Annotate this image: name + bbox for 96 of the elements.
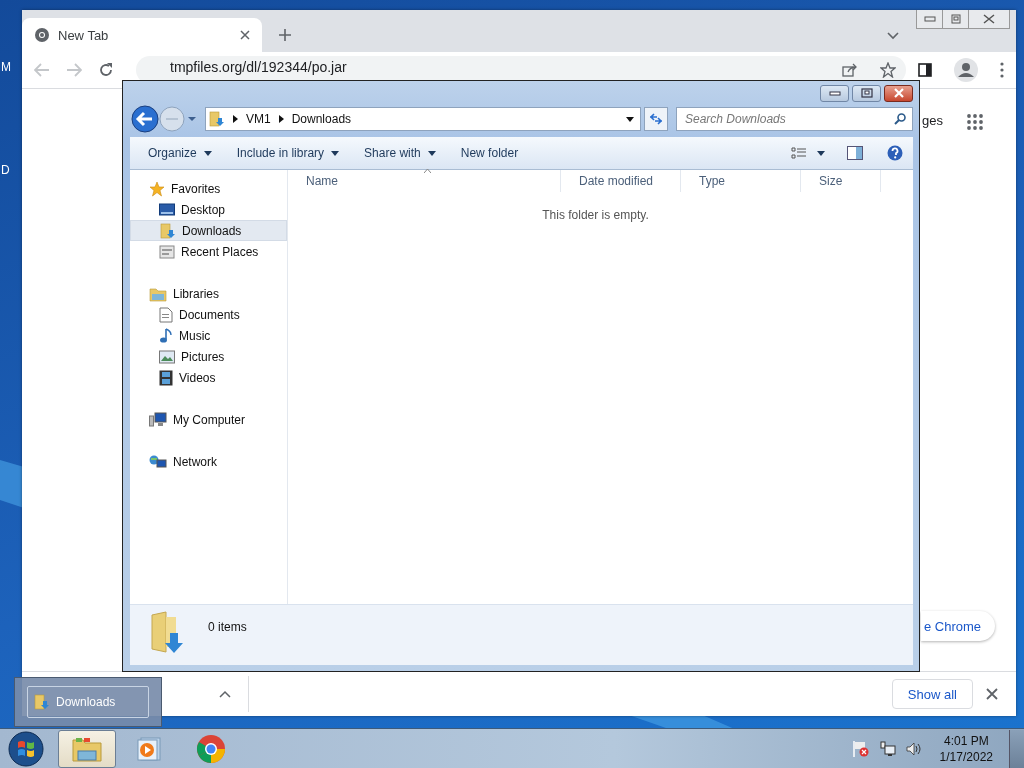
header-link[interactable]: ges [922,113,943,128]
breadcrumb-bar[interactable]: VM1 Downloads [205,107,641,131]
nav-item[interactable]: Downloads [130,220,287,241]
breadcrumb-arrow-icon[interactable] [233,115,238,123]
nav-item[interactable]: Music [130,325,287,346]
clock-time: 4:01 PM [943,732,989,749]
column-header[interactable]: Date modified [561,170,681,192]
reload-icon[interactable] [98,62,114,78]
back-button-icon[interactable] [131,105,159,133]
refresh-icon [649,112,663,126]
share-icon[interactable] [842,63,858,77]
side-panel-icon[interactable] [918,63,932,77]
network-icon[interactable] [879,740,896,757]
nav-group[interactable]: Network [130,451,287,472]
minimize-button[interactable] [820,84,849,102]
music-note-icon [159,327,173,344]
flag-error-icon[interactable] [851,739,870,758]
recent-places-icon [159,243,175,260]
desktop-icon [159,202,175,217]
nav-item[interactable]: Videos [130,367,287,388]
item-count: 0 items [208,620,247,634]
close-icon [983,14,995,24]
folder-download-icon [34,694,50,710]
preview-pane-icon[interactable] [847,146,863,160]
pictures-icon [159,349,175,364]
network-icon [149,453,167,470]
chevron-up-icon[interactable] [219,690,231,698]
nav-item[interactable]: Pictures [130,346,287,367]
minimize-icon [923,16,936,22]
dropdown-arrow-icon[interactable] [817,150,825,156]
desktop-icon-label[interactable]: D [1,163,10,177]
empty-folder-message: This folder is empty. [541,208,650,222]
folder-icon [72,735,102,762]
breadcrumb-arrow-icon[interactable] [278,115,284,123]
column-header[interactable]: Name [288,170,561,192]
desktop-icon-label[interactable]: M [1,60,11,74]
media-player-icon [136,735,162,762]
nav-item[interactable]: Documents [130,304,287,325]
command-button[interactable]: Share with [356,142,444,164]
nav-item[interactable]: Desktop [130,199,287,220]
chrome-icon [196,733,226,764]
help-icon[interactable] [887,145,903,161]
close-button[interactable] [884,84,913,102]
dropdown-arrow-icon[interactable] [626,116,634,122]
folder-download-icon [160,222,176,239]
breadcrumb-item[interactable]: VM1 [246,112,271,126]
column-header[interactable]: Type [681,170,801,192]
nav-item[interactable]: Recent Places [130,241,287,262]
search-field[interactable]: Search Downloads [676,107,913,131]
start-button-icon[interactable] [8,730,44,767]
nav-group[interactable]: Favorites [130,178,287,199]
browser-tab[interactable]: New Tab [22,18,262,52]
restore-icon [950,14,961,24]
column-header[interactable]: Size [801,170,881,192]
star-icon [149,180,165,197]
star-outline-icon[interactable] [880,62,896,78]
close-icon [892,88,905,98]
computer-icon [149,411,167,428]
profile-icon[interactable] [954,58,978,82]
nav-group[interactable]: My Computer [130,409,287,430]
film-icon [159,369,173,386]
show-desktop-button[interactable] [1009,729,1024,768]
nav-group[interactable]: Libraries [130,283,287,304]
sort-caret-icon [424,169,431,173]
show-all-button[interactable]: Show all [891,679,973,709]
folder-download-icon [209,111,225,127]
maximize-icon [860,88,873,98]
close-button[interactable] [969,10,1009,28]
taskbar-button[interactable] [58,729,116,768]
folder-download-icon [150,611,186,655]
customize-button[interactable]: e Chrome [921,611,996,641]
caret-icon [427,150,436,156]
minimize-icon [828,90,841,96]
tab-title: New Tab [58,27,110,43]
volume-icon[interactable] [905,741,922,756]
plus-icon[interactable] [278,28,292,42]
view-options-icon[interactable] [791,147,807,159]
clock-date: 1/17/2022 [939,748,993,765]
search-icon [894,113,906,125]
command-button[interactable]: Include in library [228,142,348,164]
document-icon [159,306,173,323]
url-text[interactable]: tmpfiles.org/dl/192344/po.jar [170,59,347,75]
apps-grid-icon[interactable] [967,114,983,130]
command-button[interactable]: Organize [140,142,220,164]
library-folder-icon [149,285,167,302]
breadcrumb-item[interactable]: Downloads [291,112,352,126]
close-icon[interactable] [240,30,250,40]
close-icon[interactable] [986,688,998,700]
caret-icon [203,150,212,156]
refresh-button[interactable] [644,107,668,131]
chevron-down-icon[interactable] [887,32,899,40]
maximize-button[interactable] [852,84,881,102]
clock[interactable]: 4:01 PM 1/17/2022 [939,732,993,765]
caret-icon [331,150,340,156]
menu-icon[interactable] [1000,62,1004,78]
command-button[interactable]: New folder [452,142,527,164]
